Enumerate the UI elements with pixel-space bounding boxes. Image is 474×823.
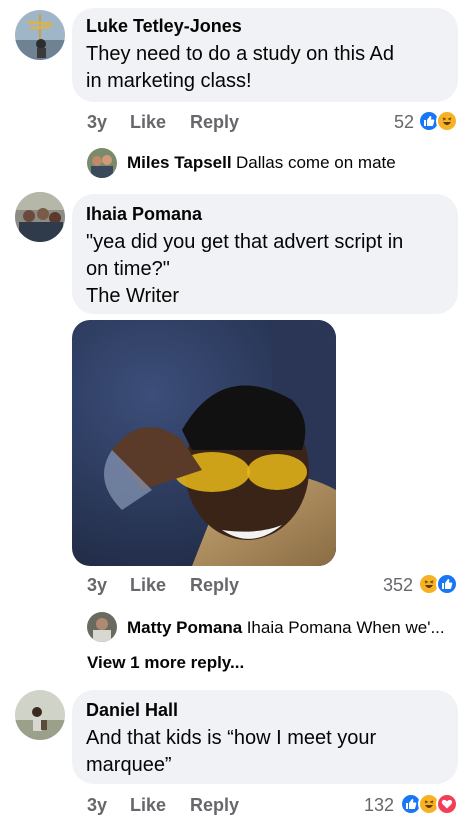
avatar-ihaia[interactable]: [15, 192, 65, 242]
comment-text-line: "yea did you get that advert script in: [86, 231, 404, 253]
reply-author[interactable]: Miles Tapsell: [127, 153, 232, 172]
reply-button[interactable]: Reply: [190, 575, 239, 596]
avatar-luke[interactable]: [15, 10, 65, 60]
comment-text-line: The Writer: [86, 285, 179, 307]
love-icon: [436, 793, 458, 815]
view-more-replies-link[interactable]: View 1 more reply...: [87, 653, 244, 673]
comment-age: 3y: [87, 112, 108, 132]
comment-author[interactable]: Luke Tetley-Jones: [86, 16, 242, 37]
comment-image[interactable]: [72, 320, 336, 566]
reply-button[interactable]: Reply: [190, 795, 239, 816]
reply-preview[interactable]: Matty Pomana Ihaia Pomana When we'...: [127, 618, 445, 638]
comment-bubble: Daniel Hall And that kids is “how I meet…: [72, 690, 458, 784]
comment-age: 3y: [87, 795, 108, 815]
comment-text-line: in marketing class!: [86, 70, 252, 92]
comment-author[interactable]: Ihaia Pomana: [86, 204, 202, 225]
comment-author[interactable]: Daniel Hall: [86, 700, 178, 721]
comment-text-line: on time?": [86, 258, 170, 280]
reactions-count[interactable]: 132: [364, 795, 394, 816]
comment-age: 3y: [87, 575, 108, 595]
reactions-count[interactable]: 352: [383, 575, 413, 596]
like-button[interactable]: Like: [130, 575, 166, 596]
haha-icon: [436, 110, 458, 132]
comment-bubble: Ihaia Pomana "yea did you get that adver…: [72, 194, 458, 314]
comment-text-line: And that kids is “how I meet your: [86, 727, 377, 749]
like-button[interactable]: Like: [130, 112, 166, 133]
reactions-count[interactable]: 52: [394, 112, 414, 133]
comment-bubble: Luke Tetley-Jones They need to do a stud…: [72, 8, 458, 102]
reply-preview[interactable]: Miles Tapsell Dallas come on mate: [127, 153, 396, 173]
avatar-matty[interactable]: [87, 612, 117, 642]
avatar-miles[interactable]: [87, 148, 117, 178]
reactions-summary[interactable]: [418, 110, 458, 132]
reactions-summary[interactable]: [400, 793, 458, 815]
like-button[interactable]: Like: [130, 795, 166, 816]
reply-button[interactable]: Reply: [190, 112, 239, 133]
reactions-summary[interactable]: [418, 573, 458, 595]
reply-author[interactable]: Matty Pomana: [127, 618, 242, 637]
reply-text: Dallas come on mate: [236, 153, 396, 172]
avatar-daniel[interactable]: [15, 690, 65, 740]
like-icon: [436, 573, 458, 595]
comment-text-line: They need to do a study on this Ad: [86, 43, 394, 65]
comment-text-line: marquee”: [86, 754, 172, 776]
reply-text: Ihaia Pomana When we'...: [246, 618, 445, 637]
